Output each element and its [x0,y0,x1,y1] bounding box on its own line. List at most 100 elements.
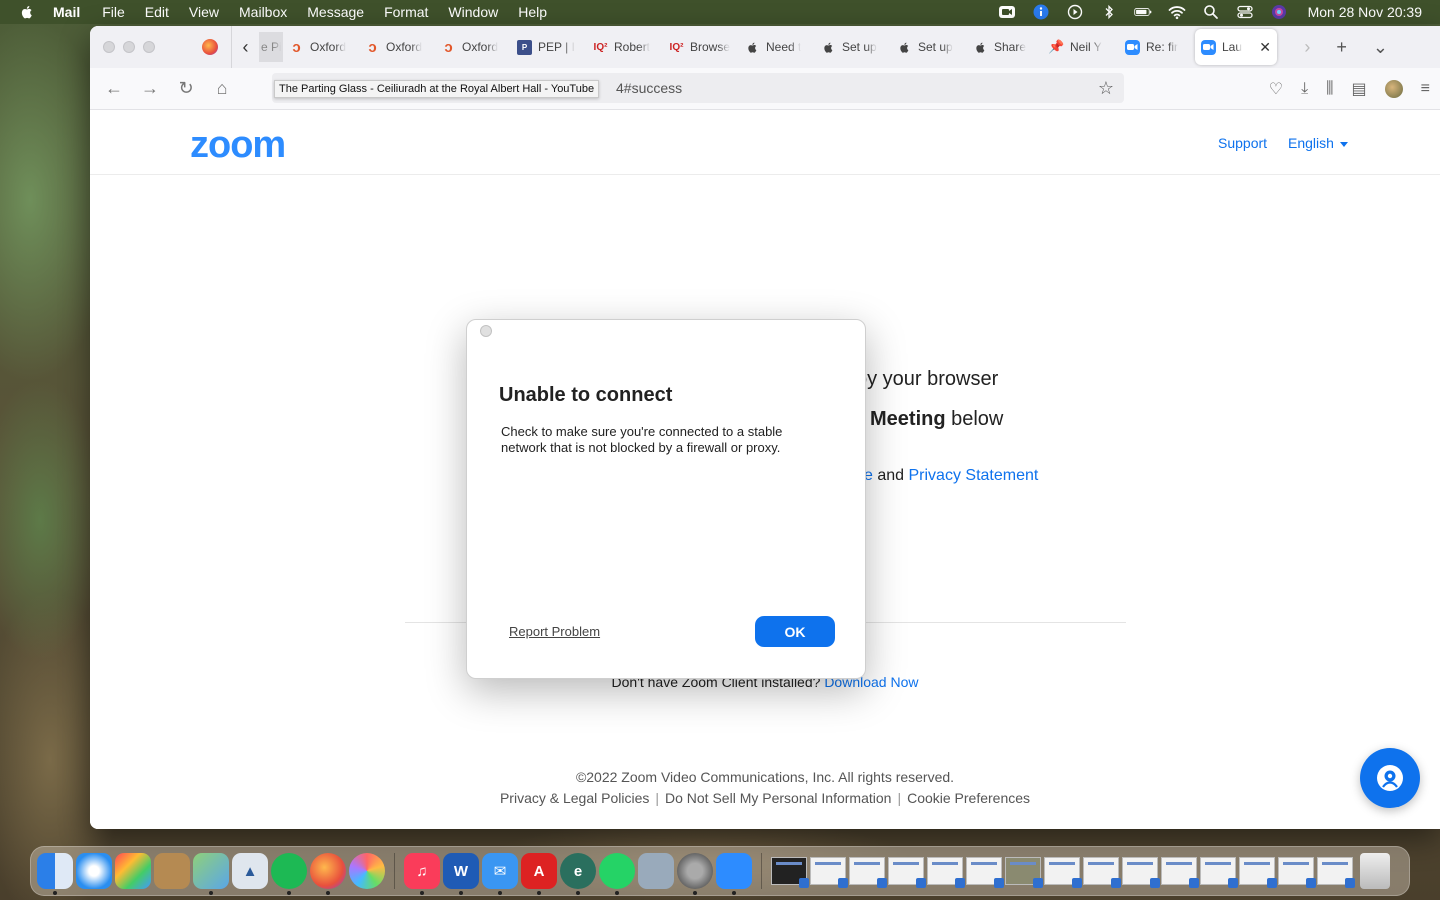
menu-edit[interactable]: Edit [145,4,169,20]
play-icon[interactable] [1066,4,1084,20]
tab-close-icon[interactable]: ✕ [1259,39,1271,56]
tab-label: Robert [614,40,651,54]
minimized-window-thumbnail[interactable] [927,857,965,888]
window-zoom-button[interactable] [143,41,155,53]
zoom-status-icon[interactable] [998,4,1016,20]
menu-help[interactable]: Help [518,4,547,20]
tab-11[interactable]: 📌 Neil Y [1043,32,1119,62]
tab-3[interactable]: ↄ Oxford [435,32,511,62]
maps-icon[interactable] [193,853,229,895]
tab-6[interactable]: IQ² Browse [663,32,739,62]
menu-window[interactable]: Window [448,4,498,20]
privacy-statement-link[interactable]: Privacy Statement [909,467,1039,484]
reload-icon[interactable]: ↻ [168,78,204,99]
apple-menu-icon[interactable] [19,4,35,20]
contacts-icon[interactable] [154,853,190,889]
ok-button[interactable]: OK [755,616,835,647]
back-arrow-icon[interactable]: ← [96,78,132,99]
menu-file[interactable]: File [102,4,125,20]
pocket-icon[interactable]: ♡ [1269,79,1283,99]
tab-1[interactable]: ↄ Oxford [283,32,359,62]
evernote-icon[interactable]: e [560,853,596,895]
home-icon[interactable]: ⌂ [204,78,240,99]
do-not-sell-link[interactable]: Do Not Sell My Personal Information [665,790,891,806]
list-all-tabs-chevron-icon[interactable]: ⌄ [1373,37,1388,58]
battery-icon[interactable] [1133,4,1152,20]
preview-icon[interactable] [638,853,674,889]
tab-firefox-view[interactable] [195,39,225,55]
language-selector[interactable]: English [1288,135,1348,151]
minimized-window-thumbnail[interactable] [888,857,926,888]
tab-2[interactable]: ↄ Oxford [359,32,435,62]
minimized-window-thumbnail[interactable] [1083,857,1121,888]
hamburger-menu-icon[interactable]: ≡ [1421,80,1430,98]
system-preferences-icon[interactable] [677,853,713,895]
word-icon[interactable]: W [443,853,479,895]
siri-icon[interactable] [1270,4,1288,20]
privacy-legal-link[interactable]: Privacy & Legal Policies [500,790,649,806]
menu-clock[interactable]: Mon 28 Nov 20:39 [1308,4,1422,20]
minimized-window-thumbnail[interactable] [966,857,1004,888]
firefox-dock-icon[interactable] [310,853,346,895]
menu-format[interactable]: Format [384,4,428,20]
finder-icon[interactable] [37,853,73,895]
report-problem-link[interactable]: Report Problem [509,624,600,639]
minimized-window-thumbnail[interactable] [1044,857,1082,888]
trash-icon[interactable] [1360,853,1390,889]
photos-icon[interactable] [349,853,385,889]
mail-icon[interactable]: ✉ [482,853,518,895]
minimized-window-thumbnail[interactable] [1005,857,1043,888]
safari-icon[interactable] [76,853,112,889]
minimized-window-thumbnail[interactable] [849,857,887,888]
minimized-window-thumbnail[interactable] [1122,857,1160,888]
tab-8[interactable]: Set up [815,32,891,62]
menu-app-name[interactable]: Mail [53,4,80,20]
minimized-window-thumbnail[interactable] [1239,857,1277,888]
account-avatar[interactable] [1384,80,1403,98]
control-center-icon[interactable] [1236,4,1254,20]
chat-assistant-button[interactable] [1360,748,1420,808]
menu-view[interactable]: View [189,4,219,20]
whatsapp-icon[interactable] [599,853,635,895]
window-minimize-button[interactable] [123,41,135,53]
tab-5[interactable]: IQ² Robert [587,32,663,62]
tab-4[interactable]: P PEP | I [511,32,587,62]
tab-scroll-left-button[interactable]: ‹ [231,26,259,68]
spotlight-search-icon[interactable] [1202,4,1220,20]
tab-13-active[interactable]: Lau ✕ [1195,29,1277,65]
library-icon[interactable]: ⫼ [1326,80,1333,98]
tab-9[interactable]: Set up [891,32,967,62]
tab-0[interactable]: e Pi [259,32,283,62]
minimized-window-thumbnail[interactable] [1317,857,1355,888]
window-close-button[interactable] [103,41,115,53]
bookmark-star-icon[interactable]: ☆ [1098,78,1114,99]
forward-arrow-icon[interactable]: → [132,78,168,99]
spotify-icon[interactable] [271,853,307,895]
cookie-preferences-link[interactable]: Cookie Preferences [907,790,1030,806]
acrobat-icon[interactable]: A [521,853,557,895]
tab-10[interactable]: Share [967,32,1043,62]
bluetooth-icon[interactable] [1100,4,1118,20]
music-icon[interactable]: ♫ [404,853,440,895]
new-tab-plus-icon[interactable]: + [1336,37,1347,58]
dialog-close-button[interactable] [480,325,492,337]
wifi-icon[interactable] [1168,4,1186,20]
triangle-app-icon[interactable]: ▲ [232,853,268,889]
tab-12[interactable]: Re: fir [1119,32,1195,62]
menu-message[interactable]: Message [307,4,364,20]
minimized-window-thumbnail[interactable] [1278,857,1316,888]
downloads-icon[interactable]: ⤓ [1301,80,1308,98]
minimized-window-thumbnail[interactable] [810,857,848,888]
sidebar-icon[interactable]: ▤ [1352,79,1367,99]
tab-7[interactable]: Need t [739,32,815,62]
menu-mailbox[interactable]: Mailbox [239,4,287,20]
zoom-dock-icon[interactable] [716,853,752,895]
info-icon[interactable] [1032,4,1050,20]
minimized-window-thumbnail[interactable] [1200,857,1238,888]
zoom-logo[interactable]: zoom [190,124,286,167]
tab-scroll-right-button[interactable]: › [1304,37,1310,58]
support-link[interactable]: Support [1218,135,1267,151]
launchpad-icon[interactable] [115,853,151,889]
minimized-window-thumbnail[interactable] [1161,857,1199,888]
minimized-window-thumbnail[interactable] [771,857,809,888]
